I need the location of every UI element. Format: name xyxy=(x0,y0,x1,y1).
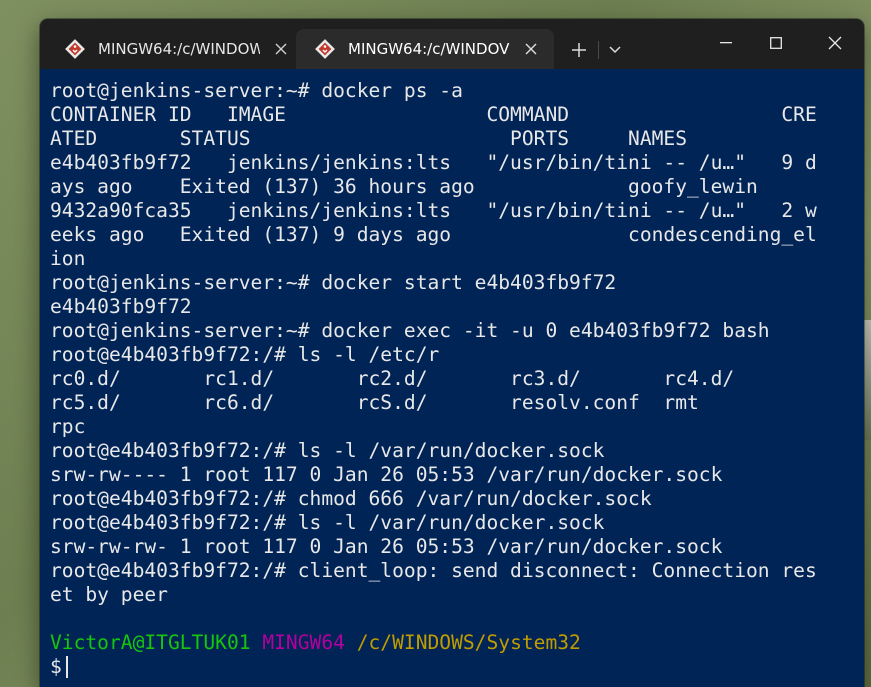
terminal-line: root@e4b403fb9f72:/# ls -l /etc/r xyxy=(50,343,440,366)
terminal-output[interactable]: root@jenkins-server:~# docker ps -a CONTA… xyxy=(40,69,864,687)
close-icon xyxy=(828,36,842,50)
terminal-line: srw-rw-rw- 1 root 117 0 Jan 26 05:53 /va… xyxy=(50,535,723,558)
terminal-line: eeks ago Exited (137) 9 days ago condesc… xyxy=(50,223,817,246)
terminal-line: root@jenkins-server:~# docker start e4b4… xyxy=(50,271,617,294)
minimize-button[interactable] xyxy=(703,27,749,59)
text-cursor xyxy=(65,656,68,678)
terminal-line: ATED STATUS PORTS NAMES xyxy=(50,127,688,150)
maximize-button[interactable] xyxy=(753,27,799,59)
prompt-user-host: VictorA@ITGLTUK01 xyxy=(50,631,251,654)
title-bar[interactable]: MINGW64:/c/WINDOW MINGW64:/c/WINDOV xyxy=(40,19,864,69)
terminal-line: rc0.d/ rc1.d/ rc2.d/ rc3.d/ rc4.d/ xyxy=(50,367,735,390)
tab-close-icon[interactable] xyxy=(520,38,542,60)
terminal-line: rpc xyxy=(50,415,86,438)
tab-title: MINGW64:/c/WINDOV xyxy=(348,40,510,58)
prompt-symbol: $ xyxy=(50,655,62,678)
input-line[interactable]: $ xyxy=(50,655,854,679)
terminal-line: ion xyxy=(50,247,86,270)
terminal-line: root@e4b403fb9f72:/# client_loop: send d… xyxy=(50,559,817,582)
shell-prompt: VictorA@ITGLTUK01 MINGW64 /c/WINDOWS/Sys… xyxy=(50,631,854,655)
tab-title: MINGW64:/c/WINDOW xyxy=(98,40,260,58)
plus-icon xyxy=(572,43,586,57)
terminal-line: root@e4b403fb9f72:/# chmod 666 /var/run/… xyxy=(50,487,652,510)
desktop-background-edge xyxy=(863,320,871,440)
terminal-line: root@e4b403fb9f72:/# ls -l /var/run/dock… xyxy=(50,439,605,462)
chevron-down-icon xyxy=(609,46,621,54)
terminal-line: e4b403fb9f72 xyxy=(50,295,192,318)
terminal-line: 9432a90fca35 jenkins/jenkins:lts "/usr/b… xyxy=(50,199,817,222)
terminal-lines: root@jenkins-server:~# docker ps -a CONTA… xyxy=(50,79,854,631)
minimize-icon xyxy=(720,42,732,44)
terminal-line: srw-rw---- 1 root 117 0 Jan 26 05:53 /va… xyxy=(50,463,723,486)
maximize-icon xyxy=(770,37,782,49)
terminal-line: root@jenkins-server:~# docker ps -a xyxy=(50,79,463,102)
terminal-line: root@e4b403fb9f72:/# ls -l /var/run/dock… xyxy=(50,511,605,534)
terminal-window: MINGW64:/c/WINDOW MINGW64:/c/WINDOV root… xyxy=(40,19,864,687)
toolbar-divider xyxy=(598,41,599,59)
terminal-line: ays ago Exited (137) 36 hours ago goofy_… xyxy=(50,175,758,198)
terminal-line: rc5.d/ rc6.d/ rcS.d/ resolv.conf rmt xyxy=(50,391,699,414)
prompt-path: /c/WINDOWS/System32 xyxy=(356,631,581,654)
new-tab-button[interactable] xyxy=(564,37,594,63)
terminal-line: CONTAINER ID IMAGE COMMAND CRE xyxy=(50,103,817,126)
tab-dropdown-button[interactable] xyxy=(602,37,628,63)
tab-mingw64-1[interactable]: MINGW64:/c/WINDOW xyxy=(46,29,304,69)
terminal-line: root@jenkins-server:~# docker exec -it -… xyxy=(50,319,770,342)
tab-mingw64-2[interactable]: MINGW64:/c/WINDOV xyxy=(296,29,554,69)
git-bash-icon xyxy=(65,39,85,59)
git-bash-icon xyxy=(315,39,335,59)
close-window-button[interactable] xyxy=(812,27,858,59)
terminal-line: et by peer xyxy=(50,583,168,606)
terminal-line: e4b403fb9f72 jenkins/jenkins:lts "/usr/b… xyxy=(50,151,817,174)
prompt-system: MINGW64 xyxy=(262,631,345,654)
tab-close-icon[interactable] xyxy=(270,38,292,60)
